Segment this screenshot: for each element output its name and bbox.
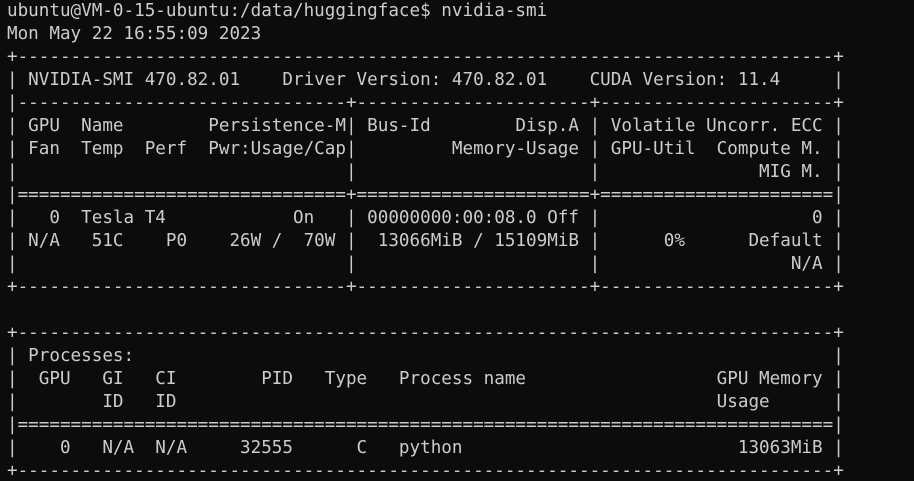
gpu-status-table: +---------------------------------------… — [7, 46, 914, 299]
gpu-table-header-row: | GPU Name Persistence-M| Bus-Id Disp.A … — [7, 116, 844, 136]
process-table-data-row: | 0 N/A N/A 32555 C python 13063MiB | — [7, 438, 844, 458]
process-table-header-row: | ID ID Usage | — [7, 392, 844, 412]
gpu-table-header-row: | | | MIG M. | — [7, 162, 844, 182]
gpu-table-double-separator: |===============================+=======… — [7, 185, 844, 205]
gpu-table-data-row: | 0 Tesla T4 On | 00000000:00:08.0 Off |… — [7, 208, 844, 228]
gpu-table-data-row: | N/A 51C P0 26W / 70W | 13066MiB / 1510… — [7, 231, 844, 251]
process-table-title-row: | Processes: | — [7, 346, 844, 366]
process-table: +---------------------------------------… — [7, 322, 914, 481]
gpu-table-version-row: | NVIDIA-SMI 470.82.01 Driver Version: 4… — [7, 70, 844, 90]
command-prompt-line: ubuntu@VM-0-15-ubuntu:/data/huggingface$… — [7, 1, 548, 21]
process-table-header-row: | GPU GI CI PID Type Process name GPU Me… — [7, 369, 844, 389]
process-table-border-bottom: +---------------------------------------… — [7, 461, 844, 481]
gpu-table-separator: |-------------------------------+-------… — [7, 93, 844, 113]
terminal-window[interactable]: ubuntu@VM-0-15-ubuntu:/data/huggingface$… — [0, 0, 914, 481]
gpu-table-border-bottom: +-------------------------------+-------… — [7, 277, 844, 297]
timestamp-line: Mon May 22 16:55:09 2023 — [7, 24, 262, 44]
gpu-table-header-row: | Fan Temp Perf Pwr:Usage/Cap| Memory-Us… — [7, 139, 844, 159]
process-table-border-top: +---------------------------------------… — [7, 323, 844, 343]
process-table-double-separator: |=======================================… — [7, 415, 844, 435]
gpu-table-data-row: | | | N/A | — [7, 254, 844, 274]
gpu-table-border-top: +---------------------------------------… — [7, 47, 844, 67]
